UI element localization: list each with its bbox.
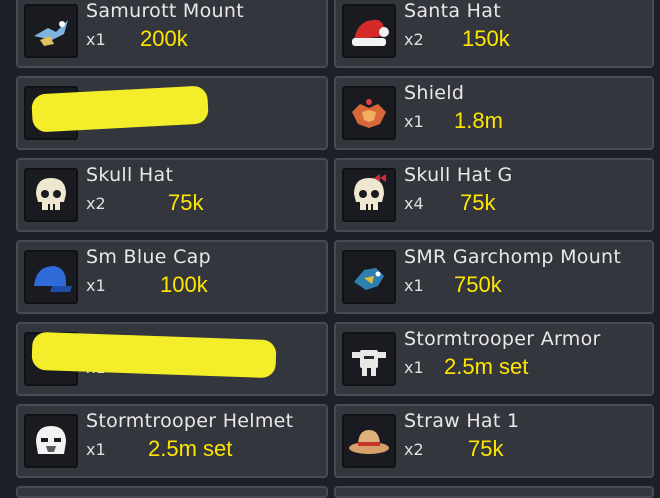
- item-price: 1.8m: [454, 108, 503, 133]
- garchomp-mount-icon: [342, 250, 396, 304]
- item-card-redacted-1[interactable]: [16, 76, 328, 150]
- item-card-partial[interactable]: [334, 486, 654, 498]
- item-card-smr-garchomp-mount[interactable]: SMR Garchomp Mount x1 750k: [334, 240, 654, 314]
- item-qty: x1: [404, 358, 424, 377]
- item-price: 100k: [160, 272, 208, 297]
- item-price: 75k: [468, 436, 504, 461]
- item-qty: x2: [404, 30, 424, 49]
- item-qty: x1: [404, 112, 424, 131]
- item-name: Shield: [404, 82, 465, 104]
- item-card-partial[interactable]: [16, 486, 328, 498]
- stormtrooper-helmet-icon: [24, 414, 78, 468]
- item-card-skull-hat[interactable]: Skull Hat x2 75k: [16, 158, 328, 232]
- item-qty: x1: [86, 440, 106, 459]
- redaction-highlight: [31, 85, 209, 133]
- item-price: 2.5m set: [444, 354, 529, 379]
- item-card-redacted-2[interactable]: x1: [16, 322, 328, 396]
- item-price: 150k: [462, 26, 510, 51]
- item-price: 200k: [140, 26, 188, 51]
- item-name: Skull Hat: [86, 164, 174, 186]
- shield-icon: [342, 86, 396, 140]
- straw-hat-icon: [342, 414, 396, 468]
- item-price: 75k: [460, 190, 496, 215]
- item-name: Samurott Mount: [86, 0, 244, 22]
- skull-hat-g-icon: [342, 168, 396, 222]
- item-name: Skull Hat G: [404, 164, 513, 186]
- item-qty: x4: [404, 194, 424, 213]
- item-card-stormtrooper-armor[interactable]: Stormtrooper Armor x1 2.5m set: [334, 322, 654, 396]
- blue-cap-icon: [24, 250, 78, 304]
- item-card-straw-hat-1[interactable]: Straw Hat 1 x2 75k: [334, 404, 654, 478]
- item-qty: x1: [86, 276, 106, 295]
- item-qty: x1: [86, 30, 106, 49]
- item-qty: x2: [404, 440, 424, 459]
- skull-hat-icon: [24, 168, 78, 222]
- item-name: Sm Blue Cap: [86, 246, 211, 268]
- item-name: Santa Hat: [404, 0, 501, 22]
- item-card-skull-hat-g[interactable]: Skull Hat G x4 75k: [334, 158, 654, 232]
- item-card-stormtrooper-helmet[interactable]: Stormtrooper Helmet x1 2.5m set: [16, 404, 328, 478]
- item-card-samurott-mount[interactable]: Samurott Mount x1 200k: [16, 0, 328, 68]
- stormtrooper-armor-icon: [342, 332, 396, 386]
- item-card-santa-hat[interactable]: Santa Hat x2 150k: [334, 0, 654, 68]
- item-price: 750k: [454, 272, 502, 297]
- item-price: 2.5m set: [148, 436, 233, 461]
- item-name: Stormtrooper Helmet: [86, 410, 294, 432]
- santa-hat-icon: [342, 4, 396, 58]
- item-qty: x1: [404, 276, 424, 295]
- samurott-mount-icon: [24, 4, 78, 58]
- item-name: SMR Garchomp Mount: [404, 246, 622, 268]
- item-name: Straw Hat 1: [404, 410, 520, 432]
- item-card-shield[interactable]: Shield x1 1.8m: [334, 76, 654, 150]
- item-name: Stormtrooper Armor: [404, 328, 601, 350]
- item-card-sm-blue-cap[interactable]: Sm Blue Cap x1 100k: [16, 240, 328, 314]
- inventory-grid: Samurott Mount x1 200k Santa Hat x2 150k: [0, 0, 660, 498]
- item-price: 75k: [168, 190, 204, 215]
- item-qty: x2: [86, 194, 106, 213]
